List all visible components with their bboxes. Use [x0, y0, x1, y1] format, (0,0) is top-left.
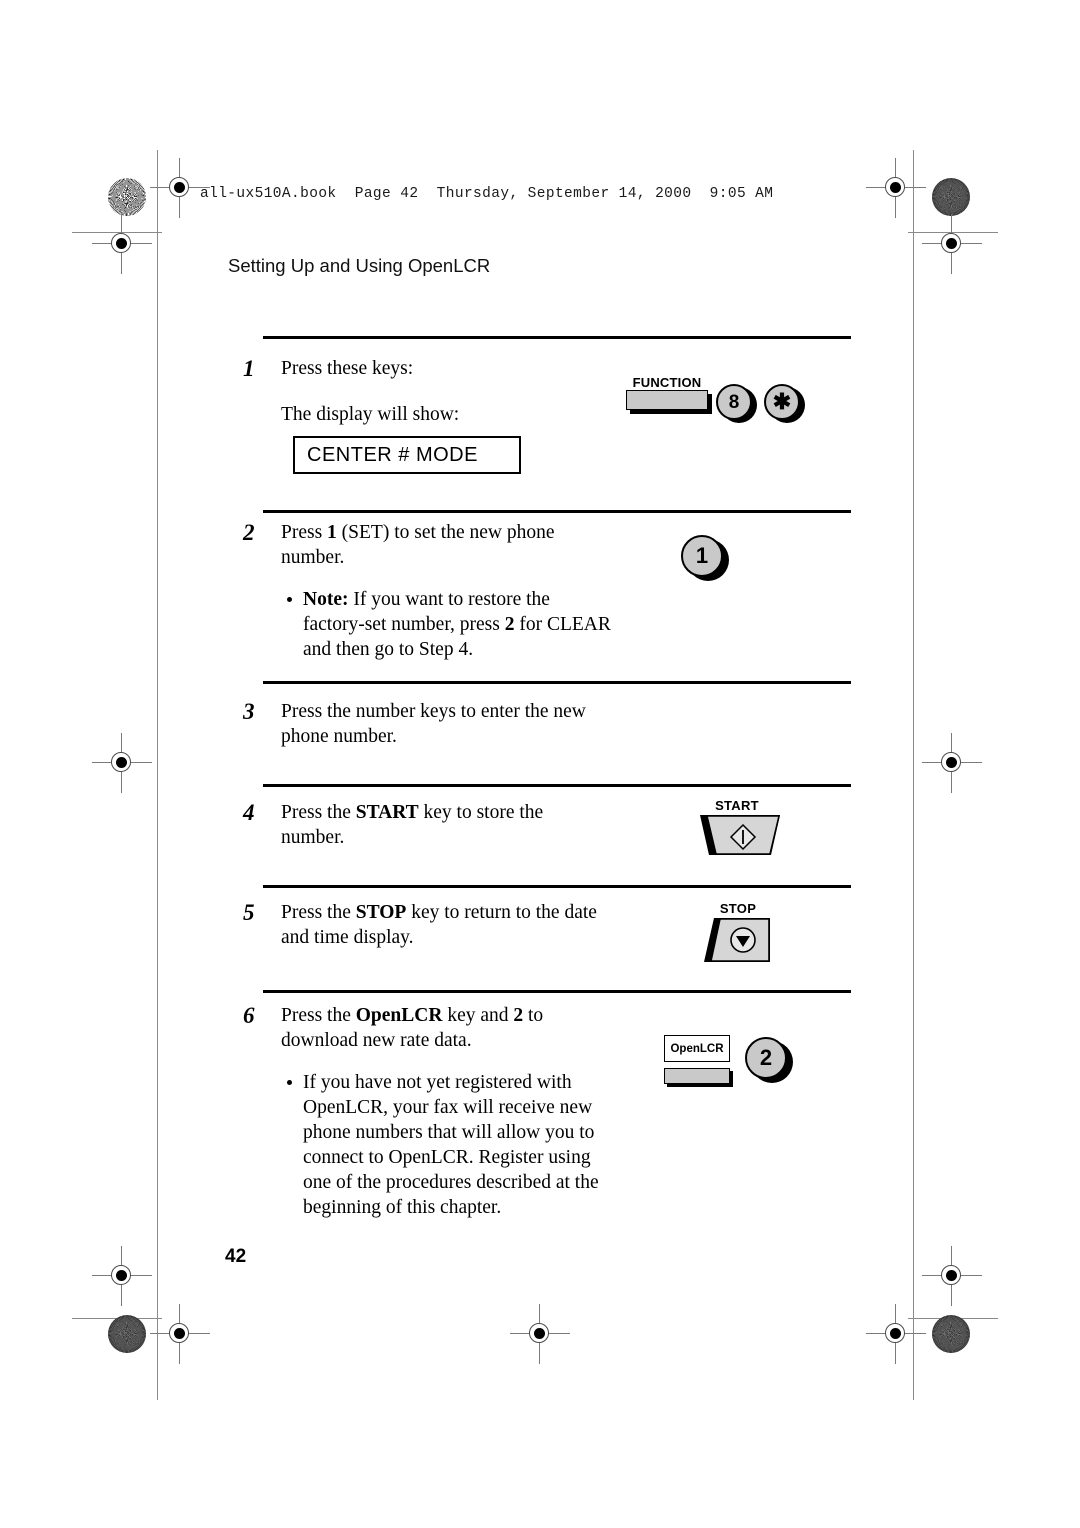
lcd-display-text: CENTER # MODE: [307, 443, 478, 466]
step-5-number: 5: [243, 900, 255, 925]
step-6-text-a: Press the: [281, 1005, 356, 1026]
registration-mark-middle-right: [922, 733, 982, 793]
bullet-dot-icon: [287, 597, 292, 602]
divider-above-step-6: [263, 990, 851, 993]
step-2-main: Press 1 (SET) to set the new phone numbe…: [281, 520, 611, 570]
openlcr-key[interactable]: OpenLCR: [664, 1035, 730, 1084]
crop-line-left: [157, 150, 158, 1400]
step-6-key-2: 2: [513, 1005, 524, 1026]
registration-mark-upper-left: [92, 214, 152, 274]
key-8-face[interactable]: 8: [716, 384, 752, 420]
divider-above-step-4: [263, 784, 851, 787]
step-6-bullet-text: If you have not yet registered with Open…: [303, 1072, 599, 1218]
step-3-text: Press the number keys to enter the new p…: [281, 701, 586, 747]
registration-mark-lower-right: [922, 1246, 982, 1306]
bullet-dot-icon: [287, 1080, 292, 1085]
openlcr-key-bar[interactable]: [664, 1068, 730, 1084]
step-5-text: Press the STOP key to return to the date…: [281, 900, 611, 950]
step-6-main: Press the OpenLCR key and 2 to download …: [281, 1003, 611, 1053]
step-6-openlcr-word: OpenLCR: [355, 1005, 443, 1026]
step-4-text-a: Press the: [281, 802, 356, 823]
registration-mark-top-right: [866, 158, 926, 218]
start-key[interactable]: START: [697, 798, 783, 864]
book-file-header: all-ux510A.book Page 42 Thursday, Septem…: [200, 186, 774, 202]
stop-triangle-icon: [730, 927, 756, 953]
function-key-label: FUNCTION: [632, 375, 702, 390]
step-5-text-a: Press the: [281, 902, 356, 923]
key-1-face[interactable]: 1: [681, 535, 723, 577]
key-1[interactable]: 1: [681, 535, 729, 583]
step-6-bullet: If you have not yet registered with Open…: [281, 1070, 615, 1220]
step-6-number: 6: [243, 1003, 255, 1028]
stop-key[interactable]: STOP: [700, 901, 784, 973]
step-4-start-word: START: [355, 802, 419, 823]
divider-above-step-5: [263, 885, 851, 888]
function-key[interactable]: FUNCTION: [626, 376, 708, 410]
step-1-text: Press these keys: The display will show:: [281, 356, 611, 427]
step-3-number: 3: [243, 699, 255, 724]
step-6-text: Press the OpenLCR key and 2 to download …: [281, 1003, 611, 1220]
registration-mark-bottom-left: [150, 1304, 210, 1364]
registration-mark-lower-left: [92, 1246, 152, 1306]
registration-rosette-bottom-right: [932, 1315, 970, 1353]
divider-above-step-2: [263, 510, 851, 513]
key-8[interactable]: 8: [716, 384, 757, 424]
page-number: 42: [225, 1246, 247, 1267]
step-2-number: 2: [243, 520, 255, 545]
stop-key-shape[interactable]: [700, 916, 784, 968]
registration-rosette-bottom-left: [108, 1315, 146, 1353]
crop-line-right: [913, 150, 914, 1400]
lcd-display-box: CENTER # MODE: [293, 436, 521, 474]
divider-above-step-1: [263, 336, 851, 339]
step-6-text-c: key and: [442, 1005, 514, 1026]
stop-key-label: STOP: [719, 901, 757, 916]
function-key-bar[interactable]: [626, 390, 708, 410]
key-2-face[interactable]: 2: [745, 1037, 787, 1079]
page-title: Setting Up and Using OpenLCR: [228, 255, 491, 276]
registration-rosette-top-left: [108, 178, 146, 216]
step-1-number: 1: [243, 356, 255, 381]
divider-above-step-3: [263, 681, 851, 684]
registration-mark-upper-right: [922, 214, 982, 274]
step-2-key-1: 1: [327, 522, 337, 543]
step-5-stop-word: STOP: [355, 902, 407, 923]
registration-mark-middle-left: [92, 733, 152, 793]
key-2[interactable]: 2: [745, 1037, 793, 1085]
step-4-text: Press the START key to store the number.: [281, 800, 611, 850]
registration-rosette-top-right: [932, 178, 970, 216]
registration-mark-bottom-right: [866, 1304, 926, 1364]
openlcr-key-label: OpenLCR: [664, 1035, 730, 1062]
step-2-note: Note: If you want to restore the factory…: [281, 587, 615, 662]
registration-mark-bottom-center: [510, 1304, 570, 1364]
step-2-text: Press 1 (SET) to set the new phone numbe…: [281, 520, 611, 662]
step-4-number: 4: [243, 800, 255, 825]
step-2-note-label: Note:: [303, 589, 349, 610]
start-key-label: START: [715, 798, 759, 813]
step-1-line-1: Press these keys:: [281, 358, 414, 379]
step-2-text-a: Press: [281, 522, 328, 543]
key-asterisk-face[interactable]: ✱: [764, 384, 800, 420]
key-asterisk[interactable]: ✱: [764, 384, 805, 424]
step-1-line-2: The display will show:: [281, 404, 460, 425]
start-key-shape[interactable]: [697, 813, 783, 859]
